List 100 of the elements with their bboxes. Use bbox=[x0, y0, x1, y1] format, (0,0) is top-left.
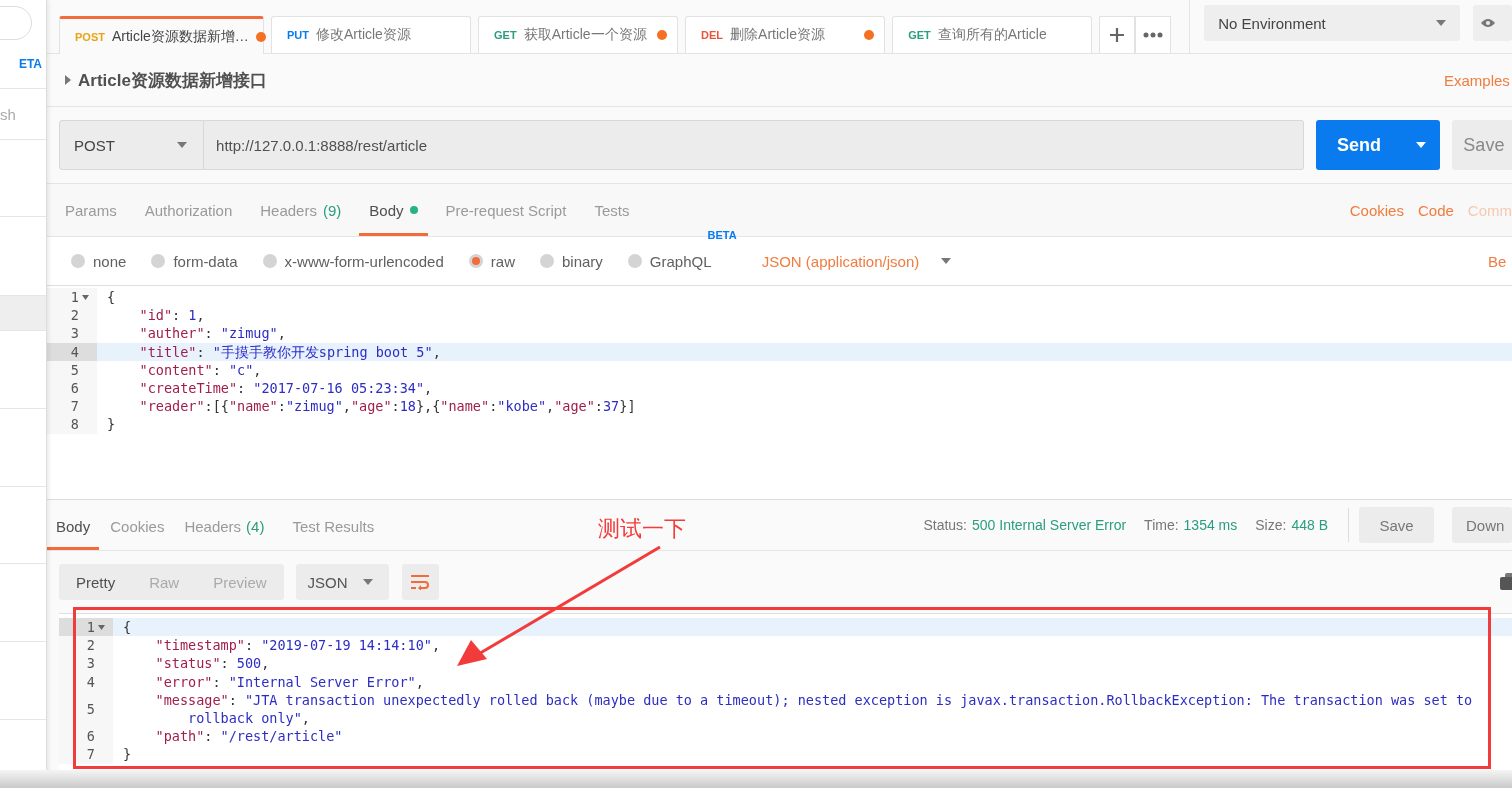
line-number: 1 bbox=[70, 288, 79, 307]
radio-button[interactable] bbox=[262, 254, 277, 268]
beautify-link[interactable]: Be bbox=[1488, 252, 1512, 270]
plus-icon bbox=[1109, 27, 1126, 43]
stat-label: Size: bbox=[1255, 517, 1287, 533]
send-options-button[interactable] bbox=[1401, 120, 1441, 170]
request-tab[interactable]: GET 查询所有的Article bbox=[892, 16, 1093, 53]
radio-button[interactable] bbox=[539, 254, 554, 268]
line-number: 4 bbox=[70, 342, 79, 361]
code-line: } bbox=[122, 745, 133, 764]
more-icon bbox=[1143, 32, 1164, 38]
caret-down-icon bbox=[1416, 142, 1426, 148]
fold-caret-icon[interactable] bbox=[98, 624, 105, 630]
sidebar-label[interactable]: sh bbox=[0, 105, 16, 123]
view-mode-tab[interactable]: Preview bbox=[196, 564, 284, 600]
radio-option[interactable]: none bbox=[71, 252, 127, 270]
environment-dropdown[interactable]: No Environment bbox=[1204, 5, 1460, 41]
more-button[interactable] bbox=[1135, 16, 1172, 53]
beta-label: BETA bbox=[707, 229, 737, 241]
request-section-tab[interactable]: Tests bbox=[584, 184, 640, 236]
response-tab[interactable]: Headers (4) bbox=[175, 500, 274, 550]
code-line: "id": 1, bbox=[138, 306, 206, 325]
view-mode-tab[interactable]: Pretty bbox=[59, 564, 133, 600]
line-number: 7 bbox=[86, 745, 95, 764]
beta-label: ETA bbox=[18, 57, 42, 71]
code-line: "createTime": "2017-07-16 05:23:34", bbox=[138, 379, 434, 398]
request-section-tab[interactable]: Authorization bbox=[134, 184, 243, 236]
line-number: 5 bbox=[86, 699, 95, 719]
radio-option[interactable]: GraphQL bbox=[627, 252, 712, 270]
stat-value: 500 Internal Server Error bbox=[972, 517, 1127, 533]
radio-button[interactable] bbox=[468, 254, 483, 268]
wrap-lines-icon bbox=[410, 574, 431, 590]
new-tab-button[interactable] bbox=[1099, 16, 1136, 53]
code-line: "content": "c", bbox=[138, 360, 263, 379]
content-type-dropdown[interactable]: JSON (application/json) bbox=[761, 252, 952, 270]
line-number: 3 bbox=[86, 654, 95, 673]
caret-down-icon bbox=[941, 258, 952, 264]
line-number: 6 bbox=[70, 379, 79, 398]
code-line: } bbox=[106, 415, 117, 434]
method-dropdown[interactable]: POST bbox=[59, 120, 205, 170]
code-line: "message": "JTA transaction unexpectedly rolled back (maybe due to a timeout); nested exception is javax.transaction.RollbackException: The transaction was set to rollback only", bbox=[154, 690, 1474, 728]
code-line: { bbox=[122, 618, 133, 637]
line-number: 2 bbox=[86, 636, 95, 655]
eye-icon bbox=[1480, 18, 1495, 28]
line-number: 2 bbox=[70, 306, 79, 325]
line-number: 8 bbox=[70, 415, 79, 434]
line-number: 1 bbox=[86, 618, 95, 637]
stat-value: 1354 ms bbox=[1183, 517, 1238, 533]
code-line: "auther": "zimug", bbox=[138, 324, 287, 343]
stat-label: Status: bbox=[923, 517, 967, 533]
request-section-tab[interactable]: Params bbox=[55, 184, 127, 236]
fold-caret-icon[interactable] bbox=[82, 294, 89, 300]
line-number: 3 bbox=[70, 324, 79, 343]
request-tab[interactable]: GET 获取Article一个资源 bbox=[478, 16, 679, 53]
save-button[interactable]: Save bbox=[1452, 120, 1512, 170]
line-number: 7 bbox=[70, 397, 79, 416]
radio-option[interactable]: raw bbox=[468, 252, 515, 270]
expand-caret-icon[interactable] bbox=[65, 75, 71, 85]
code-line: "title": "手摸手教你开发spring boot 5", bbox=[138, 342, 442, 361]
annotation-text: 测试一下 bbox=[598, 515, 686, 543]
radio-button[interactable] bbox=[71, 254, 85, 268]
link[interactable]: Code bbox=[1403, 184, 1454, 236]
send-button[interactable]: Send bbox=[1316, 120, 1402, 170]
radio-button[interactable] bbox=[151, 254, 166, 268]
line-number: 6 bbox=[86, 727, 95, 746]
code-line: "timestamp": "2019-07-19 14:14:10", bbox=[154, 636, 442, 655]
stat-value: 448 B bbox=[1291, 517, 1328, 533]
link[interactable]: Cookies bbox=[1335, 184, 1404, 236]
line-number: 5 bbox=[70, 360, 79, 379]
radio-option[interactable]: x-www-form-urlencoded bbox=[262, 252, 444, 270]
code-line: "error": "Internal Server Error", bbox=[154, 672, 425, 691]
wrap-lines-button[interactable] bbox=[401, 564, 439, 600]
examples-link[interactable]: Examples bbox=[1444, 71, 1512, 89]
download-button[interactable]: Down bbox=[1452, 507, 1512, 543]
response-tab[interactable]: Cookies bbox=[101, 500, 174, 550]
line-number: 4 bbox=[86, 672, 95, 691]
radio-button[interactable] bbox=[627, 254, 642, 268]
caret-down-icon bbox=[1435, 20, 1446, 26]
request-name: Article资源数据新增接口 bbox=[78, 69, 268, 92]
request-section-tab[interactable]: Pre-request Script bbox=[435, 184, 577, 236]
format-dropdown[interactable]: JSON bbox=[295, 564, 389, 600]
code-line: "status": 500, bbox=[154, 654, 271, 673]
response-tab[interactable]: Test Results bbox=[283, 500, 384, 550]
url-field[interactable]: http://127.0.0.1:8888/rest/article bbox=[204, 120, 1305, 170]
code-line: "reader":[{"name":"zimug","age":18},{"name":"kobe","age":37}] bbox=[138, 397, 637, 416]
view-mode-tab[interactable]: Raw bbox=[132, 564, 197, 600]
stat-label: Time: bbox=[1144, 517, 1179, 533]
save-response-button[interactable]: Save bbox=[1359, 507, 1434, 543]
code-line: { bbox=[106, 288, 117, 307]
request-tab[interactable]: POST Article资源数据新增… bbox=[59, 16, 264, 54]
response-tab[interactable]: Body bbox=[47, 500, 100, 550]
radio-option[interactable]: form-data bbox=[151, 252, 238, 270]
code-line: "path": "/rest/article" bbox=[154, 727, 344, 746]
request-tab[interactable]: DEL 删除Article资源 bbox=[685, 16, 886, 53]
request-section-tab[interactable]: Headers (9) bbox=[250, 184, 352, 236]
caret-down-icon bbox=[177, 142, 188, 148]
caret-down-icon bbox=[362, 579, 373, 585]
request-tab[interactable]: PUT 修改Article资源 bbox=[271, 16, 472, 53]
eye-button[interactable] bbox=[1472, 5, 1512, 41]
radio-option[interactable]: binary bbox=[539, 252, 603, 270]
